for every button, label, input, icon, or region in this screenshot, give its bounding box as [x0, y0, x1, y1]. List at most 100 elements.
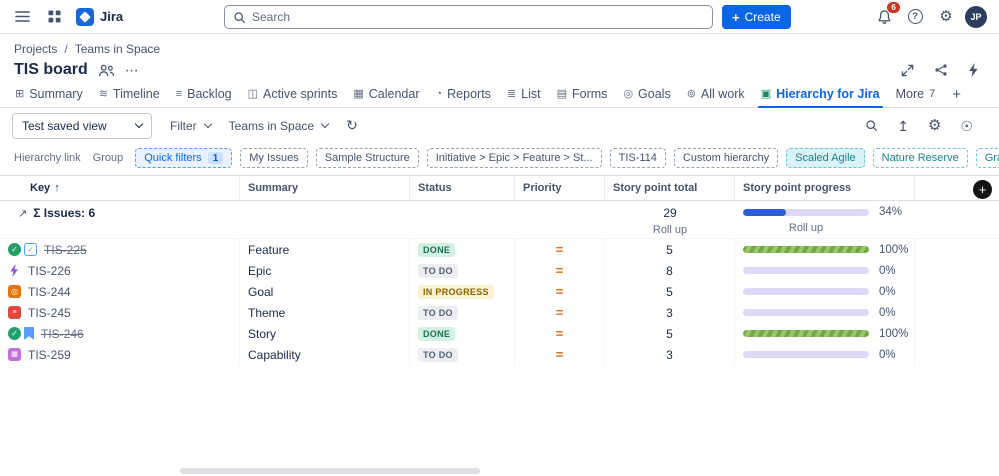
issue-summary[interactable]: Story — [240, 323, 410, 344]
tab-summary[interactable]: ⊞ Summary — [8, 83, 90, 107]
column-header-story-point-progress[interactable]: Story point progress — [735, 176, 915, 200]
board-members-icon[interactable] — [98, 64, 115, 77]
issue-key[interactable]: TIS-225 — [44, 243, 87, 257]
search-icon[interactable] — [865, 119, 878, 132]
column-header-priority[interactable]: Priority — [515, 176, 605, 200]
issue-summary[interactable]: Feature — [240, 239, 410, 260]
filter-chip[interactable]: Sample Structure — [315, 148, 419, 168]
list-tab-icon: ≣ — [506, 87, 517, 100]
scope-dropdown[interactable]: Teams in Space — [229, 119, 330, 133]
chevron-down-icon — [134, 119, 144, 129]
tab-timeline[interactable]: ≋ Timeline — [92, 83, 167, 107]
priority-medium-icon[interactable]: = — [556, 242, 564, 257]
add-tab-button[interactable]: + — [944, 84, 969, 107]
story-point-total-value: 3 — [605, 302, 735, 323]
filter-chip[interactable]: My Issues — [240, 148, 308, 168]
summary-tab-icon: ⊞ — [15, 87, 25, 100]
table-row[interactable]: TIS-226 Epic TO DO = 8 0% — [0, 260, 999, 281]
fullscreen-icon[interactable] — [901, 64, 914, 77]
issue-key[interactable]: TIS-244 — [28, 285, 71, 299]
status-badge[interactable]: TO DO — [418, 347, 458, 362]
jira-logo[interactable]: Jira — [76, 7, 123, 26]
chip-count-badge: 1 — [207, 152, 224, 164]
tab-calendar[interactable]: ▦ Calendar — [346, 83, 426, 107]
issue-summary[interactable]: Goal — [240, 281, 410, 302]
issue-key[interactable]: TIS-245 — [28, 306, 71, 320]
app-switcher-icon[interactable] — [42, 5, 66, 29]
group-label[interactable]: Group — [93, 152, 124, 164]
tab-more[interactable]: More 7 — [889, 83, 943, 107]
filter-chip[interactable]: Custom hierarchy — [673, 148, 779, 168]
status-badge[interactable]: DONE — [418, 242, 456, 257]
filter-chip[interactable]: Scaled Agile — [786, 148, 865, 168]
tab-hierarchy[interactable]: ▣ Hierarchy for Jira — [754, 83, 887, 108]
settings-button[interactable]: ⚙ — [934, 5, 958, 29]
issue-key[interactable]: TIS-246 — [41, 327, 84, 341]
help-button[interactable]: ? — [903, 5, 927, 29]
user-avatar[interactable]: JP — [965, 5, 987, 28]
sidebar-menu-icon[interactable] — [10, 5, 34, 29]
column-header-story-point-total[interactable]: Story point total — [605, 176, 735, 200]
table-row[interactable]: ≡ TIS-245 Theme TO DO = 3 0% — [0, 302, 999, 323]
hierarchy-link-label[interactable]: Hierarchy link — [14, 152, 81, 164]
tab-all-work[interactable]: ⊚ All work — [680, 83, 752, 107]
active-sprints-tab-icon: ◫ — [247, 87, 259, 100]
filter-chip[interactable]: Quick filters 1 — [135, 148, 233, 168]
breadcrumb-item[interactable]: Teams in Space — [75, 42, 160, 56]
issue-key[interactable]: TIS-226 — [28, 264, 71, 278]
issue-summary[interactable]: Theme — [240, 302, 410, 323]
gear-icon[interactable]: ⚙ — [928, 118, 941, 133]
priority-medium-icon[interactable]: = — [556, 263, 564, 278]
table-row[interactable]: ▦ TIS-259 Capability TO DO = 3 0% — [0, 344, 999, 365]
hidden-tabs-count: 7 — [929, 88, 936, 100]
breadcrumb: Projects / Teams in Space — [0, 34, 999, 56]
page-title: TIS board — [14, 61, 88, 78]
column-header-summary[interactable]: Summary — [240, 176, 410, 200]
status-badge[interactable]: TO DO — [418, 305, 458, 320]
status-badge[interactable]: DONE — [418, 326, 456, 341]
tab-goals[interactable]: ◎ Goals — [616, 83, 677, 107]
issue-summary[interactable]: Epic — [240, 260, 410, 281]
progress-bar — [743, 246, 869, 253]
issues-count-label[interactable]: Σ Issues: 6 — [33, 206, 95, 220]
tab-forms[interactable]: ▤ Forms — [550, 83, 615, 107]
tab-list[interactable]: ≣ List — [500, 83, 548, 107]
search-input[interactable] — [252, 10, 704, 24]
account-settings-icon[interactable]: ☉ — [960, 119, 973, 133]
notifications-button[interactable]: 6 — [872, 0, 901, 29]
filter-chip[interactable]: TIS-114 — [609, 148, 666, 168]
horizontal-scrollbar[interactable] — [180, 468, 480, 474]
breadcrumb-item[interactable]: Projects — [14, 42, 57, 56]
filter-chip[interactable]: Gravity — [975, 148, 999, 168]
column-header-key[interactable]: Key ↑ — [0, 176, 240, 200]
table-row[interactable]: ◎ TIS-244 Goal IN PROGRESS = 5 0% — [0, 281, 999, 302]
share-icon[interactable] — [934, 63, 948, 77]
table-row[interactable]: ✓ ✓ TIS-225 Feature DONE = 5 100% — [0, 239, 999, 260]
add-column-button[interactable]: + — [973, 179, 992, 199]
tab-backlog[interactable]: ≡ Backlog — [169, 83, 239, 107]
table-row[interactable]: ✓ TIS-246 Story DONE = 5 100% — [0, 323, 999, 344]
saved-view-select[interactable]: Test saved view — [12, 112, 152, 139]
tab-reports[interactable]: ◔ Reports — [429, 83, 498, 107]
more-options-icon[interactable]: ⋯ — [125, 62, 140, 79]
filter-chip[interactable]: Initiative > Epic > Feature > St... — [426, 148, 602, 168]
global-search[interactable] — [224, 5, 713, 29]
tab-active-sprints[interactable]: ◫ Active sprints — [241, 83, 345, 107]
issue-key[interactable]: TIS-259 — [28, 348, 71, 362]
priority-medium-icon[interactable]: = — [556, 305, 564, 320]
filter-dropdown[interactable]: Filter — [170, 119, 212, 133]
export-icon[interactable]: ↥ — [897, 119, 909, 133]
issue-summary[interactable]: Capability — [240, 344, 410, 365]
status-badge[interactable]: IN PROGRESS — [418, 284, 494, 299]
priority-medium-icon[interactable]: = — [556, 284, 564, 299]
calendar-tab-icon: ▦ — [353, 87, 364, 100]
priority-medium-icon[interactable]: = — [556, 326, 564, 341]
column-header-status[interactable]: Status — [410, 176, 515, 200]
create-button[interactable]: + Create — [722, 5, 791, 29]
status-badge[interactable]: TO DO — [418, 263, 458, 278]
automation-icon[interactable] — [968, 63, 979, 77]
refresh-icon[interactable]: ↻ — [346, 117, 358, 134]
priority-medium-icon[interactable]: = — [556, 347, 564, 362]
filter-chip[interactable]: Nature Reserve — [872, 148, 968, 168]
story-point-total-value: 5 — [605, 281, 735, 302]
